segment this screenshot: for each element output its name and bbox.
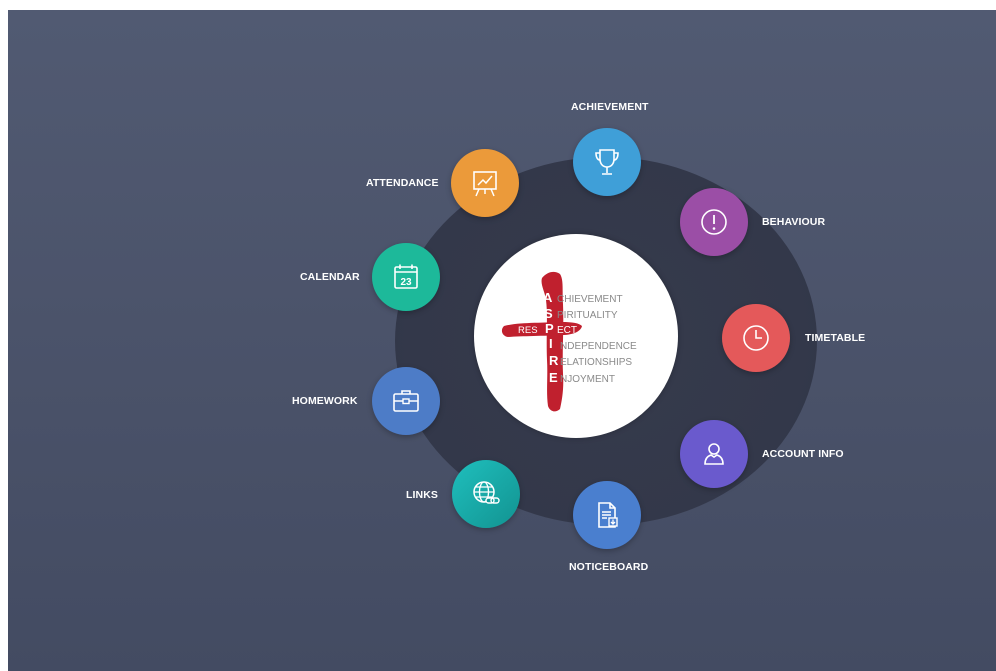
document-icon: [598, 502, 618, 528]
achievement-label[interactable]: ACHIEVEMENT: [571, 101, 649, 113]
presentation-chart-icon: [473, 171, 497, 197]
achievement-button[interactable]: [573, 128, 641, 196]
homework-label[interactable]: HOMEWORK: [292, 395, 358, 407]
logo-letter-a: A: [543, 290, 553, 305]
noticeboard-label[interactable]: NOTICEBOARD: [569, 561, 648, 573]
timetable-button[interactable]: [722, 304, 790, 372]
logo-word-enjoyment: NJOYMENT: [560, 374, 615, 385]
attendance-label[interactable]: ATTENDANCE: [366, 177, 439, 189]
calendar-button[interactable]: 23: [372, 243, 440, 311]
homework-button[interactable]: [372, 367, 440, 435]
timetable-label[interactable]: TIMETABLE: [805, 332, 865, 344]
logo-letter-s: S: [544, 306, 553, 321]
calendar-label[interactable]: CALENDAR: [300, 271, 360, 283]
attendance-button[interactable]: [451, 149, 519, 217]
logo-letter-p: P: [545, 321, 554, 336]
logo-letter-e: E: [549, 370, 558, 385]
clock-icon: [743, 325, 769, 351]
logo-letter-r: R: [549, 353, 559, 368]
links-button[interactable]: [452, 460, 520, 528]
logo-cross-res: RES: [518, 325, 538, 336]
logo-word-achievement: CHIEVEMENT: [557, 294, 623, 305]
trophy-icon: [595, 149, 619, 175]
aspire-cross-logo: A S P I R E RES CHIEVEMENT PIRITUALITY E…: [501, 271, 637, 412]
calendar-icon: 23: [394, 264, 418, 289]
logo-word-independence: NDEPENDENCE: [560, 341, 637, 352]
logo-word-spirituality: PIRITUALITY: [557, 310, 618, 321]
logo-word-respect: ECT: [557, 325, 577, 336]
aspire-logo: A S P I R E RES CHIEVEMENT PIRITUALITY E…: [474, 234, 678, 438]
account-info-button[interactable]: [680, 420, 748, 488]
noticeboard-button[interactable]: [573, 481, 641, 549]
behaviour-label[interactable]: BEHAVIOUR: [762, 216, 825, 228]
logo-word-relationships: ELATIONSHIPS: [560, 357, 632, 368]
logo-letter-i: I: [549, 336, 553, 351]
behaviour-button[interactable]: [680, 188, 748, 256]
exclamation-icon: [701, 209, 727, 235]
briefcase-icon: [393, 390, 419, 412]
account-info-label[interactable]: ACCOUNT INFO: [762, 448, 844, 460]
links-label[interactable]: LINKS: [406, 489, 438, 501]
calendar-day: 23: [400, 277, 412, 288]
user-icon: [704, 443, 724, 465]
globe-link-icon: [473, 481, 500, 504]
